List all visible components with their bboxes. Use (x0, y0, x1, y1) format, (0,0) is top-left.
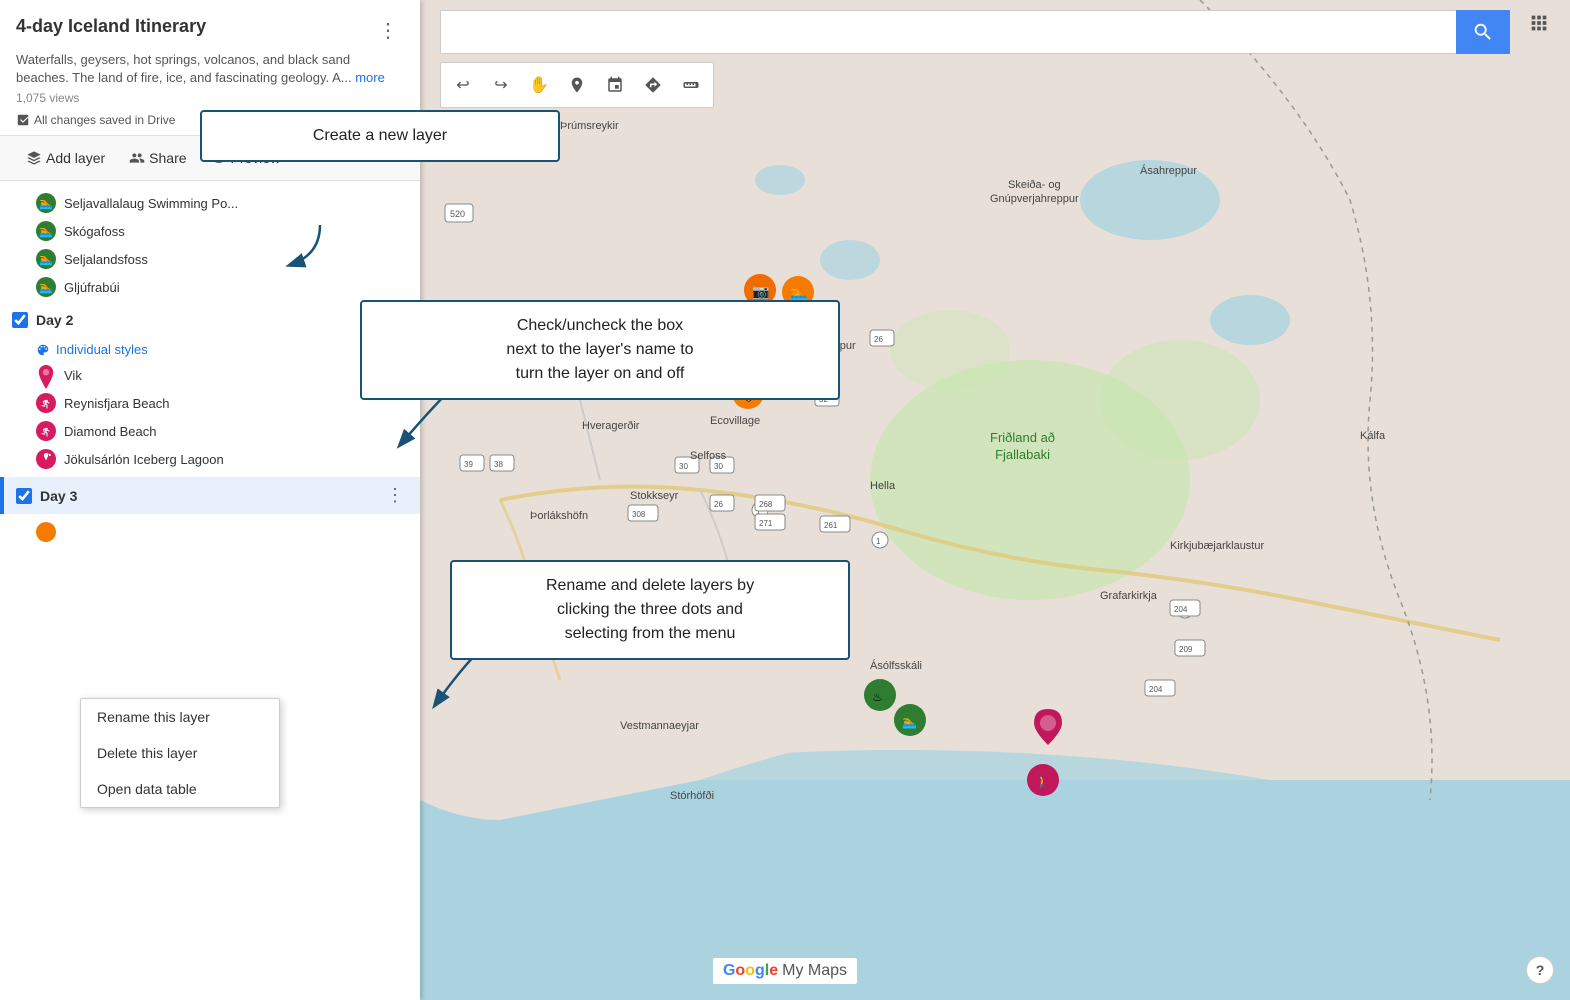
context-menu: Rename this layer Delete this layer Open… (80, 698, 280, 808)
item-icon: 🏊 (36, 221, 56, 241)
day3-name: Day 3 (40, 488, 382, 504)
search-bar (440, 10, 1510, 54)
list-item[interactable]: Reynisfjara Beach (0, 389, 420, 417)
day2-header[interactable]: Day 2 ⋮ (0, 301, 420, 338)
map-label-storhofdi: Stórhöfði (670, 790, 714, 802)
day3-checkbox[interactable] (16, 488, 32, 504)
map-toolbar: ↩ ↪ ✋ (440, 62, 714, 108)
vik-icon (36, 365, 56, 385)
more-link[interactable]: more (355, 70, 385, 85)
measure-button[interactable] (673, 67, 709, 103)
day2-style-link[interactable]: Individual styles (0, 338, 420, 361)
svg-text:204: 204 (1149, 685, 1163, 694)
map-label-stokkseyr: Stokkseyr (630, 490, 678, 502)
map-label-grafarkirkja: Grafarkirkja (1100, 590, 1157, 602)
map-label-hveragerdir: Hveragerðir (582, 420, 639, 432)
google-branding: Google My Maps (713, 958, 857, 984)
reynisfjara-icon (36, 393, 56, 413)
search-input[interactable] (440, 10, 1456, 54)
undo-button[interactable]: ↩ (445, 67, 481, 103)
map-description: Waterfalls, geysers, hot springs, volcan… (16, 51, 404, 87)
list-item[interactable]: 🏊 Seljalandsfoss (0, 245, 420, 273)
svg-text:271: 271 (759, 519, 773, 528)
redo-button[interactable]: ↪ (483, 67, 519, 103)
list-item[interactable]: 🏊 Seljavallalaug Swimming Po... (0, 189, 420, 217)
map-title: 4-day Iceland Itinerary (16, 16, 206, 37)
map-label-skeidaog: Skeiða- ogGnúpverjahreppur (990, 178, 1079, 207)
svg-text:209: 209 (1179, 645, 1193, 654)
svg-text:520: 520 (450, 209, 465, 219)
add-layer-button[interactable]: Add layer (16, 144, 115, 172)
svg-text:30: 30 (714, 462, 723, 471)
day2-section: Day 2 ⋮ Individual styles Vik Reynisfjar… (0, 301, 420, 473)
day3-header[interactable]: Day 3 ⋮ (4, 477, 420, 514)
views-count: 1,075 views (16, 91, 404, 105)
map-label-selfoss: Selfoss (690, 450, 726, 462)
day3-item-partial (0, 518, 420, 546)
map-label-kalfa: Kálfa (1360, 430, 1385, 442)
marker-button[interactable] (559, 67, 595, 103)
day3-partial-icon (36, 522, 56, 542)
day2-checkbox[interactable] (12, 312, 28, 328)
item-icon: 🏊 (36, 193, 56, 213)
my-maps-label: My Maps (782, 962, 847, 980)
day3-more-button[interactable]: ⋮ (382, 483, 408, 508)
map-label-thrumreykir: Þrúmsreykir (560, 120, 619, 132)
svg-text:308: 308 (632, 510, 646, 519)
jokulsarlon-icon (36, 449, 56, 469)
day3-section: Day 3 ⋮ (0, 477, 420, 514)
svg-text:🚶: 🚶 (1035, 775, 1050, 789)
svg-text:39: 39 (464, 460, 473, 469)
svg-text:♨: ♨ (872, 690, 883, 704)
svg-text:1: 1 (876, 537, 881, 546)
list-item[interactable]: Vik (0, 361, 420, 389)
map-label-vestmannaeyjar: Vestmannaeyjar (620, 720, 699, 732)
svg-text:38: 38 (494, 460, 503, 469)
annotation-create-layer: Create a new layer (200, 110, 560, 162)
list-item[interactable]: Jökulsárlón Iceberg Lagoon (0, 445, 420, 473)
map-label-kirkjubaerjarklaustur: Kirkjubæjarklaustur (1170, 540, 1264, 552)
hand-tool-button[interactable]: ✋ (521, 67, 557, 103)
day2-name: Day 2 (36, 312, 382, 328)
map-label-asolfsskali: Ásólfsskáli (870, 660, 922, 672)
diamond-beach-icon (36, 421, 56, 441)
map-label-hella: Hella (870, 480, 895, 492)
list-item[interactable]: 🏊 Gljúfrabúi (0, 273, 420, 301)
svg-text:📷: 📷 (752, 283, 769, 300)
map-label-ecovillage: Ecovillage (710, 415, 760, 427)
share-button[interactable]: Share (119, 144, 196, 172)
help-button[interactable]: ? (1526, 956, 1554, 984)
item-icon: 🏊 (36, 249, 56, 269)
svg-text:204: 204 (1174, 605, 1188, 614)
item-icon: 🏊 (36, 277, 56, 297)
svg-text:261: 261 (824, 521, 838, 530)
grid-icon[interactable] (1528, 12, 1550, 40)
svg-text:26: 26 (714, 500, 723, 509)
list-item[interactable]: Diamond Beach (0, 417, 420, 445)
map-label-thorlakshofn: Þorlákshöfn (530, 510, 588, 522)
search-button[interactable] (1456, 10, 1510, 54)
direction-button[interactable] (635, 67, 671, 103)
layers-list: 🏊 Seljavallalaug Swimming Po... 🏊 Skógaf… (0, 181, 420, 1000)
svg-text:30: 30 (679, 462, 688, 471)
svg-text:26: 26 (874, 335, 883, 344)
annotation-rename-delete: Rename and delete layers byclicking the … (450, 560, 850, 660)
map-label-fridland: Friðland aðFjallabaki (990, 430, 1055, 464)
map-label-asahreppur: Ásahreppur (1140, 165, 1197, 177)
delete-layer-item[interactable]: Delete this layer (81, 735, 279, 771)
rename-layer-item[interactable]: Rename this layer (81, 699, 279, 735)
annotation-checkbox: Check/uncheck the boxnext to the layer's… (360, 300, 840, 400)
svg-text:268: 268 (759, 500, 773, 509)
map-more-button[interactable]: ⋮ (372, 16, 404, 45)
open-data-table-item[interactable]: Open data table (81, 771, 279, 807)
list-item[interactable]: 🏊 Skógafoss (0, 217, 420, 245)
line-button[interactable] (597, 67, 633, 103)
svg-text:🏊: 🏊 (902, 715, 917, 729)
